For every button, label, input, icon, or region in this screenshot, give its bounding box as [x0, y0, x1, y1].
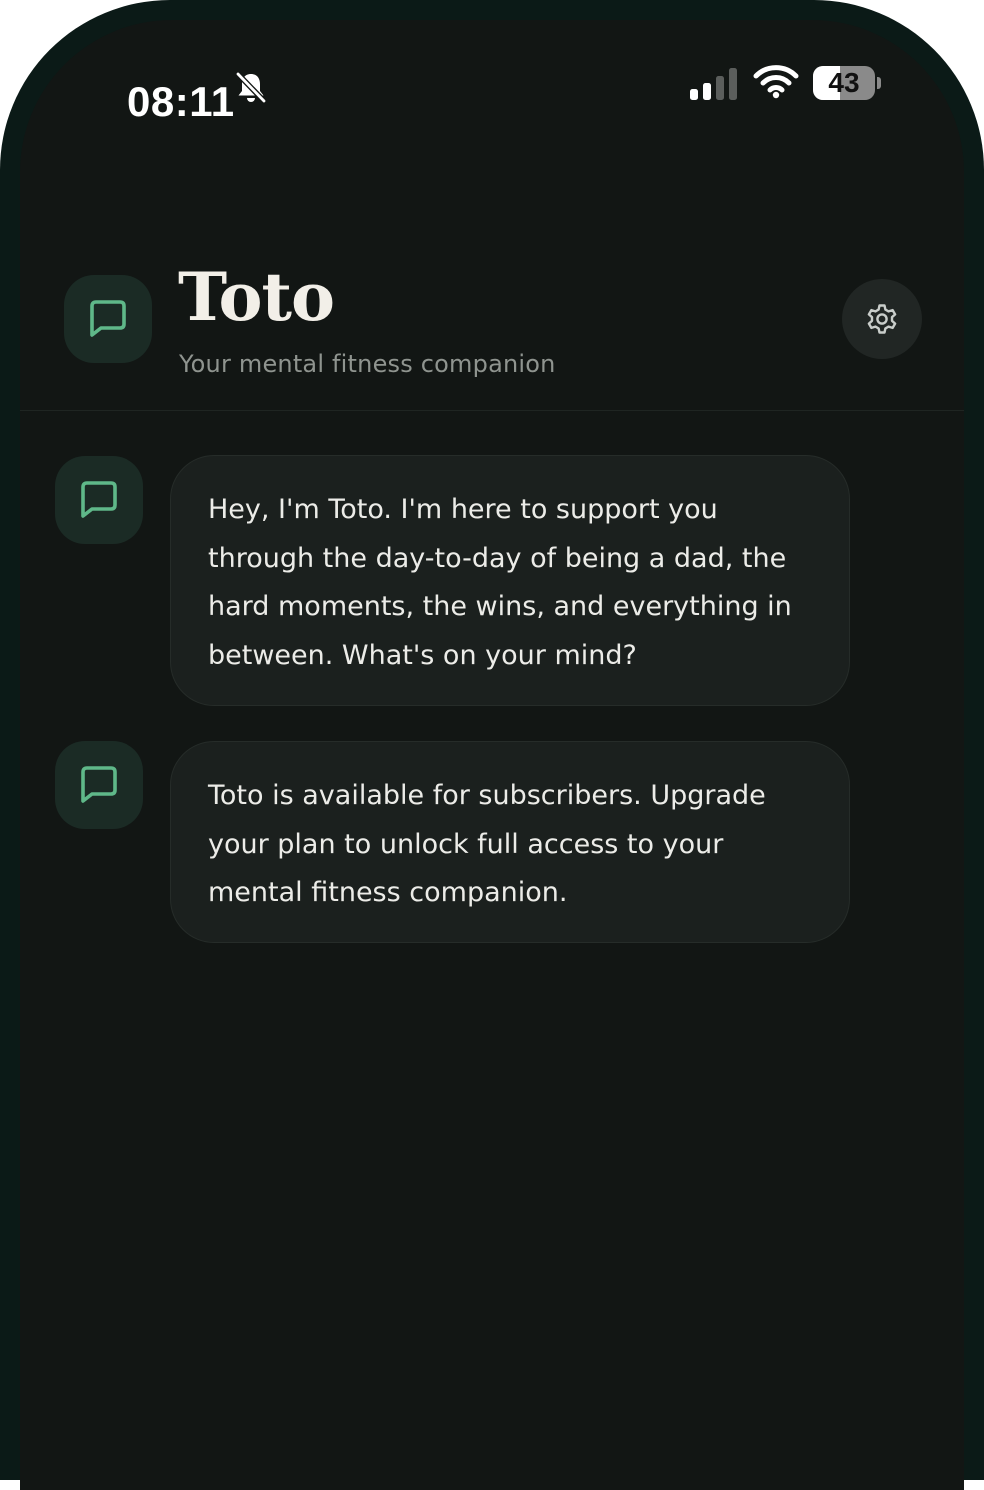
app-title: Toto: [178, 258, 335, 336]
wifi-icon: [753, 65, 799, 99]
cellular-signal-icon: [690, 68, 737, 100]
bell-slash-icon: [235, 71, 267, 104]
battery-percent: 43: [828, 67, 860, 98]
app-screen: 08:11 43 Toto Your mental fitness compan…: [20, 20, 964, 1490]
chat-bubble-icon: [81, 481, 117, 518]
message-bubble: Hey, I'm Toto. I'm here to support you t…: [170, 455, 850, 706]
app-subtitle: Your mental fitness companion: [179, 350, 556, 378]
message-text: Toto is available for subscribers. Upgra…: [208, 780, 766, 908]
toto-avatar: [55, 741, 143, 829]
chat-bubble-icon: [81, 766, 117, 803]
message-text: Hey, I'm Toto. I'm here to support you t…: [208, 494, 792, 671]
message-bubble: Toto is available for subscribers. Upgra…: [170, 741, 850, 943]
battery-icon: 43: [813, 66, 883, 100]
chat-bubble-icon: [90, 300, 126, 337]
header-divider: [20, 410, 964, 411]
settings-button[interactable]: [842, 279, 922, 359]
toto-avatar: [55, 456, 143, 544]
app-logo: [64, 275, 152, 363]
status-time: 08:11: [127, 78, 235, 125]
gear-icon: [867, 304, 897, 334]
